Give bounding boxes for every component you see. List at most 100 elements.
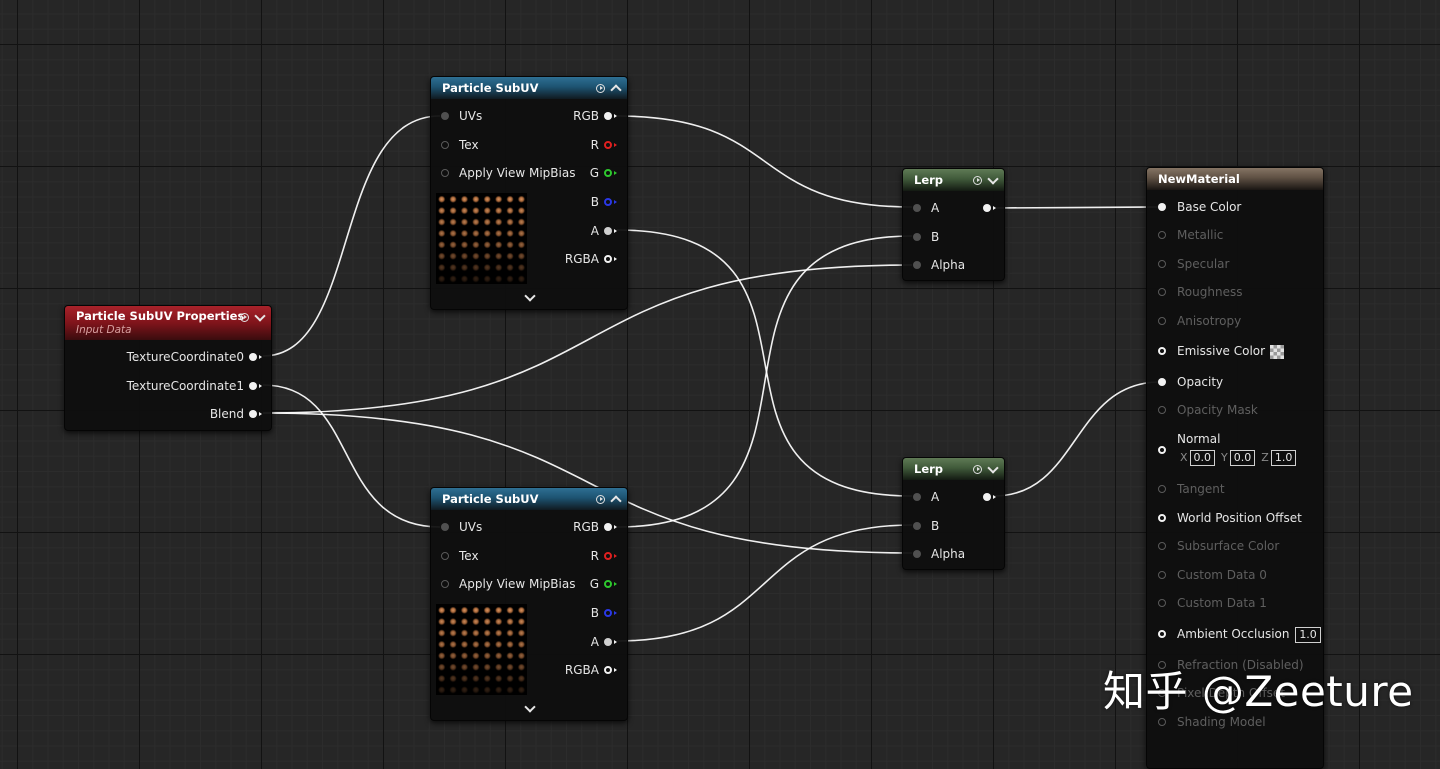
node-header[interactable]: Particle SubUV Properties Input Data	[65, 306, 271, 340]
output-label-g: G	[589, 577, 599, 591]
chevron-down-icon[interactable]	[987, 172, 999, 185]
chevron-up-icon[interactable]	[610, 84, 622, 96]
pin-arrow-icon	[614, 170, 617, 175]
input-pin-world-position-offset[interactable]	[1158, 514, 1166, 522]
pin-label-roughness: Roughness	[1177, 285, 1243, 299]
normal-x-label: X	[1180, 451, 1188, 464]
chevron-down-icon[interactable]	[987, 461, 999, 474]
input-pin-mipbias[interactable]	[441, 580, 449, 588]
color-swatch-icon[interactable]	[1270, 344, 1285, 359]
node-title: Particle SubUV	[442, 81, 539, 95]
header-icons	[973, 169, 999, 191]
input-pin-alpha[interactable]	[913, 550, 921, 558]
input-pin-uvs[interactable]	[441, 112, 449, 120]
output-pin-blend[interactable]	[249, 410, 257, 418]
input-pin-shading-model[interactable]	[1158, 718, 1166, 726]
input-pin-mipbias[interactable]	[441, 169, 449, 177]
input-pin-subsurface-color[interactable]	[1158, 542, 1166, 550]
lerp-node-bottom[interactable]: Lerp A B Alpha	[902, 457, 1005, 570]
input-pin-tex[interactable]	[441, 552, 449, 560]
input-pin-custom-data-0[interactable]	[1158, 571, 1166, 579]
header-icons	[240, 306, 266, 328]
preview-toggle-icon[interactable]	[973, 464, 982, 474]
particle-subuv-node-bottom[interactable]: Particle SubUV UVs Tex Apply View MipBia…	[430, 487, 628, 721]
preview-toggle-icon[interactable]	[596, 83, 605, 93]
pin-arrow-icon	[614, 142, 617, 147]
output-pin-result[interactable]	[983, 204, 991, 212]
input-pin-custom-data-1[interactable]	[1158, 599, 1166, 607]
input-pin-uvs[interactable]	[441, 523, 449, 531]
output-pin-texcoord0[interactable]	[249, 353, 257, 361]
node-header[interactable]: Particle SubUV	[431, 77, 627, 99]
node-header[interactable]: Lerp	[903, 169, 1004, 191]
pin-arrow-icon	[614, 113, 617, 118]
output-pin-rgb[interactable]	[604, 523, 612, 531]
input-pin-opacity[interactable]	[1158, 378, 1166, 386]
ambient-occlusion-field[interactable]: 1.0	[1295, 627, 1321, 643]
output-pin-r[interactable]	[604, 552, 612, 560]
output-pin-rgba[interactable]	[604, 255, 612, 263]
pin-arrow-icon	[614, 667, 617, 672]
output-pin-texcoord1[interactable]	[249, 382, 257, 390]
output-pin-g[interactable]	[604, 169, 612, 177]
preview-toggle-icon[interactable]	[596, 494, 605, 504]
pin-label-specular: Specular	[1177, 257, 1230, 271]
pin-arrow-icon	[614, 610, 617, 615]
input-label-a: A	[931, 490, 940, 504]
output-pin-b[interactable]	[604, 198, 612, 206]
preview-toggle-icon[interactable]	[240, 312, 249, 322]
input-pin-a[interactable]	[913, 204, 921, 212]
output-pin-result[interactable]	[983, 493, 991, 501]
header-icons	[973, 458, 999, 480]
output-label-rgb: RGB	[573, 109, 599, 123]
wire-top-rgb-to-top-lerp-a	[616, 115, 913, 208]
pin-label-ambient-occlusion: Ambient Occlusion	[1177, 627, 1290, 641]
expand-chevron-icon[interactable]	[524, 290, 536, 302]
output-pin-g[interactable]	[604, 580, 612, 588]
input-label-alpha: Alpha	[931, 547, 966, 561]
output-pin-rgb[interactable]	[604, 112, 612, 120]
node-header[interactable]: Particle SubUV	[431, 488, 627, 510]
input-pin-specular[interactable]	[1158, 260, 1166, 268]
lerp-node-top[interactable]: Lerp A B Alpha	[902, 168, 1005, 281]
chevron-down-icon[interactable]	[254, 309, 266, 322]
normal-y-field[interactable]: 0.0	[1229, 450, 1256, 466]
input-pin-emissive-color[interactable]	[1158, 347, 1166, 355]
normal-z-field[interactable]: 1.0	[1270, 450, 1297, 466]
normal-default-values: X 0.0 Y 0.0 Z 1.0	[1180, 448, 1297, 466]
pin-arrow-icon	[614, 524, 617, 529]
output-pin-a[interactable]	[604, 227, 612, 235]
preview-toggle-icon[interactable]	[973, 175, 982, 185]
output-label-g: G	[589, 166, 599, 180]
normal-x-field[interactable]: 0.0	[1189, 450, 1216, 466]
input-pin-normal[interactable]	[1158, 446, 1166, 454]
input-pin-roughness[interactable]	[1158, 288, 1166, 296]
particle-subuv-node-top[interactable]: Particle SubUV UVs Tex Apply View MipBia…	[430, 76, 628, 310]
normal-z-label: Z	[1261, 451, 1269, 464]
input-pin-tex[interactable]	[441, 141, 449, 149]
pin-label-custom-data-0: Custom Data 0	[1177, 568, 1267, 582]
pin-label-opacity: Opacity	[1177, 375, 1224, 389]
node-header[interactable]: Lerp	[903, 458, 1004, 480]
particle-subuv-properties-node[interactable]: Particle SubUV Properties Input Data Tex…	[64, 305, 272, 431]
texture-preview-image	[436, 193, 527, 284]
chevron-up-icon[interactable]	[610, 495, 622, 507]
input-pin-ambient-occlusion[interactable]	[1158, 630, 1166, 638]
input-pin-tangent[interactable]	[1158, 485, 1166, 493]
input-pin-opacity-mask[interactable]	[1158, 406, 1166, 414]
expand-chevron-icon[interactable]	[524, 701, 536, 713]
input-pin-b[interactable]	[913, 522, 921, 530]
output-pin-a[interactable]	[604, 638, 612, 646]
input-pin-b[interactable]	[913, 233, 921, 241]
input-pin-alpha[interactable]	[913, 261, 921, 269]
input-pin-anisotropy[interactable]	[1158, 317, 1166, 325]
input-pin-metallic[interactable]	[1158, 231, 1166, 239]
input-label-mipbias: Apply View MipBias	[459, 166, 576, 180]
input-pin-base-color[interactable]	[1158, 203, 1166, 211]
pin-label-emissive-color: Emissive Color	[1177, 344, 1266, 358]
input-pin-a[interactable]	[913, 493, 921, 501]
output-pin-r[interactable]	[604, 141, 612, 149]
node-header[interactable]: NewMaterial	[1147, 168, 1323, 190]
output-pin-rgba[interactable]	[604, 666, 612, 674]
output-pin-b[interactable]	[604, 609, 612, 617]
